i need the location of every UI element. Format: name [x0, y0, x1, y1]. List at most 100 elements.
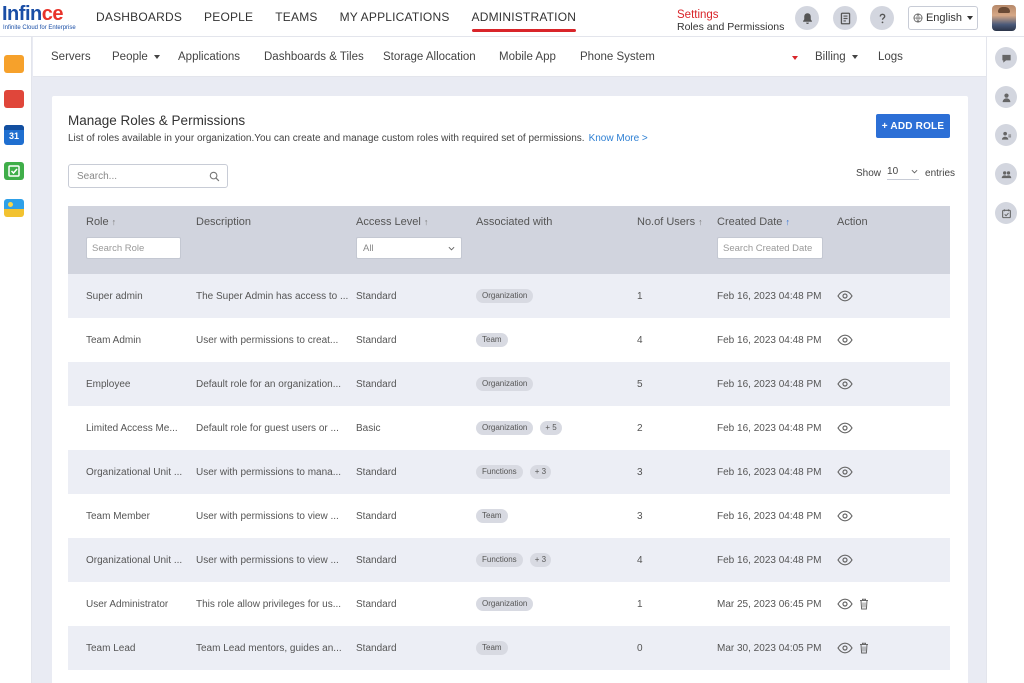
role-cell: Team Admin [86, 334, 142, 346]
logo-wordmark: Infince [2, 3, 63, 25]
chevron-down-icon [448, 246, 455, 251]
table-row[interactable]: Organizational Unit ... User with permiss… [68, 538, 950, 582]
more-count-badge[interactable]: + 5 [540, 421, 562, 435]
chevron-down-icon [911, 169, 918, 174]
view-eye-icon[interactable] [837, 598, 853, 610]
column-header-access-level[interactable]: Access Level ↑ [356, 216, 428, 228]
gallery-app-icon[interactable] [4, 199, 24, 217]
role-filter-input[interactable] [87, 238, 180, 258]
table-row[interactable]: Team Member User with permissions to view… [68, 494, 950, 538]
table-row[interactable]: Limited Access Me... Default role for gue… [68, 406, 950, 450]
view-eye-icon[interactable] [837, 510, 853, 522]
subnav-logs[interactable]: Logs [878, 37, 903, 77]
created-date-cell: Feb 16, 2023 04:48 PM [717, 466, 822, 478]
user-avatar[interactable] [992, 5, 1016, 31]
created-date-filter [717, 237, 823, 259]
search-icon[interactable] [209, 171, 220, 182]
action-cell [837, 582, 897, 626]
contacts-icon[interactable] [995, 124, 1017, 146]
created-date-filter-input[interactable] [718, 238, 822, 258]
access-level-cell: Standard [356, 290, 397, 302]
settings-caret-icon[interactable] [792, 56, 798, 60]
table-row[interactable]: User Administrator This role allow privil… [68, 582, 950, 626]
table-header: Role ↑ Description Access Level ↑ Associat… [68, 206, 950, 274]
caret-down-icon [851, 54, 858, 59]
more-count-badge[interactable]: + 3 [529, 553, 552, 567]
top-nav-my-applications[interactable]: MY APPLICATIONS [340, 0, 450, 36]
view-eye-icon[interactable] [837, 422, 853, 434]
settings-subtitle: Roles and Permissions [677, 21, 785, 33]
action-cell [837, 274, 897, 318]
association-badge: Team [476, 641, 508, 655]
column-header-role[interactable]: Role ↑ [86, 216, 116, 228]
access-level-cell: Basic [356, 422, 381, 434]
action-cell [837, 494, 897, 538]
view-eye-icon[interactable] [837, 378, 853, 390]
notifications-icon[interactable] [795, 6, 819, 30]
description-cell: Default role for guest users or ... [196, 422, 339, 434]
description-cell: User with permissions to view ... [196, 554, 339, 566]
tasks-icon[interactable] [833, 6, 857, 30]
folder-app-icon[interactable] [4, 55, 24, 73]
subnav-mobile-app[interactable]: Mobile App [499, 37, 556, 77]
more-count-badge[interactable]: + 3 [529, 465, 552, 479]
settings-title: Settings [677, 9, 719, 21]
table-row[interactable]: Super admin The Super Admin has access to… [68, 274, 950, 318]
action-cell [837, 318, 897, 362]
entries-select[interactable]: 10 [887, 166, 920, 180]
associated-with-cell: Organization [476, 362, 626, 406]
table-row[interactable]: Organizational Unit ... User with permiss… [68, 450, 950, 494]
table-row[interactable]: Team Admin User with permissions to creat… [68, 318, 950, 362]
mail-app-icon[interactable] [4, 90, 24, 108]
calendar-app-icon[interactable]: 31 [4, 125, 24, 145]
tasks-app-icon[interactable] [4, 162, 24, 180]
top-nav-administration[interactable]: ADMINISTRATION [471, 0, 577, 36]
chat-icon[interactable] [995, 47, 1017, 69]
column-header-users[interactable]: No.of Users ↑ [637, 216, 703, 228]
top-nav-teams[interactable]: TEAMS [275, 0, 317, 36]
association-badge: Team [476, 509, 508, 523]
view-eye-icon[interactable] [837, 334, 853, 346]
column-header-created-date[interactable]: Created Date ↑ [717, 216, 790, 228]
subnav-billing[interactable]: Billing [815, 37, 858, 77]
add-role-button[interactable]: + ADD ROLE [876, 114, 950, 138]
subnav-storage-allocation[interactable]: Storage Allocation [383, 37, 476, 77]
team-icon[interactable] [995, 163, 1017, 185]
subnav-servers[interactable]: Servers [51, 37, 91, 77]
view-eye-icon[interactable] [837, 642, 853, 654]
search-input[interactable] [77, 169, 205, 184]
subnav-dashboards-tiles[interactable]: Dashboards & Tiles [264, 37, 364, 77]
roles-card: Manage Roles & Permissions List of roles… [52, 96, 968, 683]
associated-with-cell: Team [476, 318, 626, 362]
description-cell: Default role for an organization... [196, 378, 342, 390]
view-eye-icon[interactable] [837, 290, 853, 302]
calendar-check-icon[interactable] [995, 202, 1017, 224]
subnav-people[interactable]: People [112, 37, 160, 77]
description-cell: Team Lead mentors, guides an... [196, 642, 342, 654]
help-icon[interactable] [870, 6, 894, 30]
table-row[interactable]: Team Lead Team Lead mentors, guides an...… [68, 626, 950, 670]
access-level-filter[interactable]: All [356, 237, 462, 259]
view-eye-icon[interactable] [837, 554, 853, 566]
description-cell: User with permissions to creat... [196, 334, 339, 346]
table-row[interactable]: Employee Default role for an organization… [68, 362, 950, 406]
users-count-cell: 2 [637, 422, 643, 434]
users-count-cell: 3 [637, 466, 643, 478]
delete-trash-icon[interactable] [859, 642, 869, 654]
user-icon[interactable] [995, 86, 1017, 108]
subnav-applications[interactable]: Applications [178, 37, 240, 77]
subnav-phone-system[interactable]: Phone System [580, 37, 655, 77]
top-nav-dashboards[interactable]: DASHBOARDS [96, 0, 182, 36]
associated-with-cell: Organization [476, 274, 626, 318]
created-date-cell: Mar 25, 2023 06:45 PM [717, 598, 822, 610]
language-selector[interactable]: English [908, 6, 978, 30]
know-more-link[interactable]: Know More > [589, 133, 648, 144]
column-header-action: Action [837, 216, 868, 228]
top-bar: Infince Infinite Cloud for Enterprise DA… [0, 0, 1024, 37]
sort-arrow-active-icon: ↑ [785, 217, 790, 227]
infince-logo[interactable]: Infince Infinite Cloud for Enterprise [2, 3, 76, 34]
top-nav-people[interactable]: PEOPLE [204, 0, 253, 36]
view-eye-icon[interactable] [837, 466, 853, 478]
subnav-settings[interactable]: Settings Roles and Permissions [677, 9, 784, 33]
delete-trash-icon[interactable] [859, 598, 869, 610]
